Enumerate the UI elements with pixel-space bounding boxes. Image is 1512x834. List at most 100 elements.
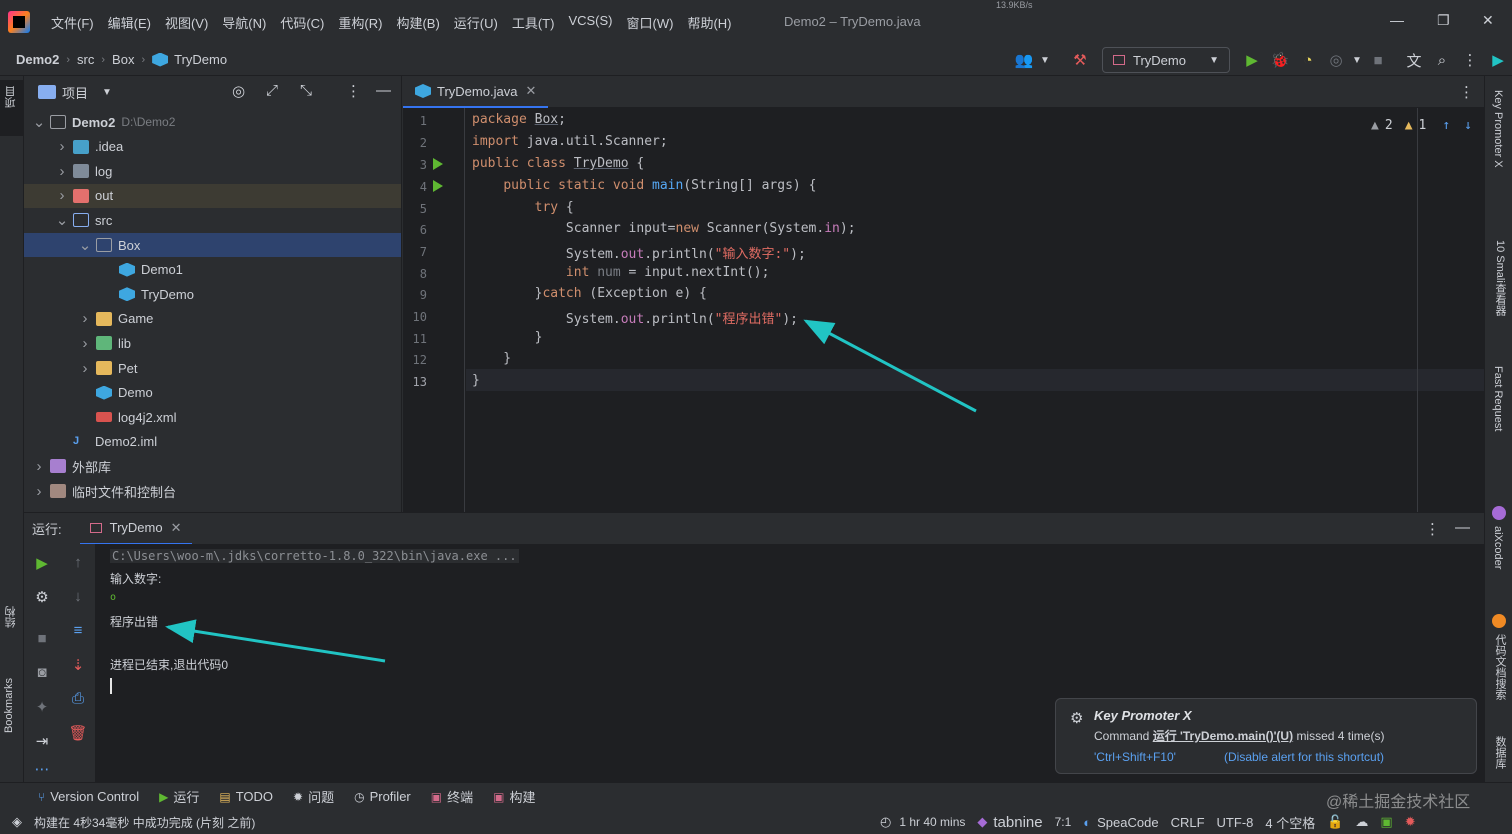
plugin-status-icon[interactable]: ▣ (1374, 814, 1398, 830)
aixcoder-tab[interactable]: aiXcoder (1492, 526, 1504, 569)
chevron-right-icon[interactable]: › (55, 138, 69, 155)
search-icon[interactable]: ⌕ (1428, 46, 1456, 74)
tree-item[interactable]: ⌄ src (24, 208, 401, 232)
gutter-run-icon[interactable] (433, 180, 443, 192)
speacode-status[interactable]: SpeaCode (1091, 815, 1164, 830)
exit-icon[interactable]: ⇥ (32, 732, 52, 752)
tool-problems[interactable]: ✹ 问题 (283, 787, 344, 806)
camera-icon[interactable]: ◙ (32, 664, 52, 684)
run-tab-trydemo[interactable]: TryDemo ✕ (79, 513, 192, 545)
chevron-right-icon[interactable]: › (55, 187, 69, 204)
run-icon[interactable]: ▶ (1238, 46, 1266, 74)
menu-tools[interactable]: 工具(T) (505, 13, 562, 32)
tree-item[interactable]: › log (24, 159, 401, 183)
tool-todo[interactable]: ▤ TODO (209, 789, 283, 804)
key-promoter-tab[interactable]: Key Promoter X (1492, 90, 1504, 168)
tree-item[interactable]: › out (24, 183, 401, 208)
stop-icon[interactable]: ■ (1364, 46, 1392, 74)
close-window-icon[interactable]: ✕ (1482, 12, 1494, 29)
more-vert-icon[interactable]: ⋮ (1425, 520, 1440, 538)
collapse-all-icon[interactable]: ⤡ (300, 82, 312, 99)
stop-icon[interactable]: ■ (32, 630, 52, 650)
chevron-down-icon[interactable]: ▼ (1350, 46, 1364, 74)
hide-icon[interactable]: — (376, 82, 391, 99)
close-tab-icon[interactable]: ✕ (171, 520, 182, 536)
chevron-right-icon[interactable]: › (32, 483, 46, 500)
tool-version-control[interactable]: ⑂ Version Control (28, 789, 149, 804)
restore-icon[interactable]: ❐ (1437, 12, 1450, 29)
tree-item[interactable]: › 外部库 (24, 454, 401, 478)
caret-position[interactable]: 7:1 (1049, 815, 1078, 829)
project-panel-title[interactable]: 项目 (62, 83, 88, 102)
menu-navigate[interactable]: 导航(N) (215, 13, 273, 32)
chevron-down-icon[interactable]: ⌄ (32, 113, 46, 131)
more-vert-icon[interactable]: ⋮ (1456, 46, 1484, 74)
tree-item[interactable]: Demo (24, 381, 401, 405)
file-encoding[interactable]: UTF-8 (1211, 815, 1260, 830)
menu-code[interactable]: 代码(C) (273, 13, 331, 32)
project-tool-tab[interactable]: 项目 (3, 86, 19, 108)
next-highlight-icon[interactable]: ↓ (1464, 118, 1472, 133)
close-tab-icon[interactable]: ✕ (525, 83, 536, 99)
fast-request-tab[interactable]: Fast Request (1492, 366, 1504, 431)
run-config-selector[interactable]: TryDemo ▼ (1102, 47, 1230, 73)
chevron-down-icon[interactable]: ⌄ (78, 236, 92, 254)
ide-error-icon[interactable]: ✹ (1399, 814, 1422, 830)
tree-item[interactable]: › Game (24, 307, 401, 331)
status-message[interactable]: 构建在 4秒34毫秒 中成功完成 (片刻 之前) (28, 814, 261, 831)
profile-icon[interactable]: ◎ (1322, 46, 1350, 74)
chevron-right-icon[interactable]: › (78, 335, 92, 352)
lock-icon[interactable]: 🔓 (1321, 814, 1349, 830)
debug-icon[interactable]: 🐞 (1266, 46, 1294, 74)
tree-item[interactable]: TryDemo (24, 282, 401, 306)
doc-search-tab[interactable]: 代码文档搜索 (1492, 634, 1508, 700)
hide-icon[interactable]: — (1455, 519, 1470, 536)
rerun-icon[interactable]: ▶ (32, 554, 52, 574)
chevron-down-icon[interactable]: ⌄ (55, 211, 69, 229)
pin-icon[interactable]: ✦ (32, 698, 52, 718)
database-tab[interactable]: 数据库 (1492, 736, 1508, 769)
menu-refactor[interactable]: 重构(R) (331, 13, 389, 32)
gutter-run-icon[interactable] (433, 158, 443, 170)
chevron-down-icon[interactable]: ▼ (102, 87, 112, 98)
scroll-to-end-icon[interactable]: ⇣ (68, 656, 88, 676)
coverage-icon[interactable]: ◔ (1294, 46, 1322, 74)
clear-trash-icon[interactable]: 🗑 (68, 724, 88, 744)
more-vert-icon[interactable]: ⋮ (1459, 83, 1474, 101)
notifications-icon[interactable]: ☁ (1349, 814, 1374, 830)
tree-item[interactable]: ⌄ Demo2 D:\Demo2 (24, 110, 401, 134)
tree-item[interactable]: ⌄ Box (24, 233, 401, 257)
menu-edit[interactable]: 编辑(E) (101, 13, 158, 32)
locate-target-icon[interactable]: ◎ (232, 82, 245, 100)
line-separator[interactable]: CRLF (1165, 815, 1211, 830)
chevron-down-icon[interactable]: ▼ (1038, 46, 1052, 74)
prev-highlight-icon[interactable]: ↑ (1442, 118, 1450, 133)
tree-item[interactable]: J Demo2.iml (24, 430, 401, 454)
tree-item[interactable]: Demo1 (24, 258, 401, 282)
menu-window[interactable]: 窗口(W) (620, 13, 681, 32)
minimize-icon[interactable]: — (1390, 12, 1404, 28)
options-icon[interactable]: ⋮ (346, 82, 361, 100)
tool-terminal[interactable]: ▣ 终端 (421, 787, 483, 806)
shortcut-link[interactable]: 'Ctrl+Shift+F10' (1094, 750, 1176, 764)
build-hammer-icon[interactable]: ⚒ (1066, 46, 1094, 74)
menu-view[interactable]: 视图(V) (158, 13, 215, 32)
print-icon[interactable]: ⎙ (68, 690, 88, 710)
scroll-up-icon[interactable]: ↑ (68, 554, 88, 574)
tabnine-status[interactable]: tabnine (987, 814, 1048, 831)
bookmarks-tool-tab[interactable]: Bookmarks (3, 678, 15, 733)
disable-alert-link[interactable]: (Disable alert for this shortcut) (1224, 750, 1384, 764)
tool-run[interactable]: ▶ 运行 (149, 787, 209, 806)
menu-vcs[interactable]: VCS(S) (561, 13, 619, 32)
crumb-src[interactable]: src (77, 52, 94, 67)
tool-build[interactable]: ▣ 构建 (483, 787, 545, 806)
chevron-right-icon[interactable]: › (78, 360, 92, 377)
crumb-trydemo[interactable]: TryDemo (174, 52, 227, 67)
structure-tool-tab[interactable]: 结构 (3, 606, 19, 628)
plugin-arrow-icon[interactable]: ▶ (1484, 46, 1512, 74)
soft-wrap-icon[interactable]: ≡ (68, 622, 88, 642)
time-tracker[interactable]: 1 hr 40 mins (893, 815, 971, 829)
tree-item[interactable]: › .idea (24, 135, 401, 159)
menu-file[interactable]: 文件(F) (44, 13, 101, 32)
expand-all-icon[interactable]: ⤢ (266, 82, 278, 99)
